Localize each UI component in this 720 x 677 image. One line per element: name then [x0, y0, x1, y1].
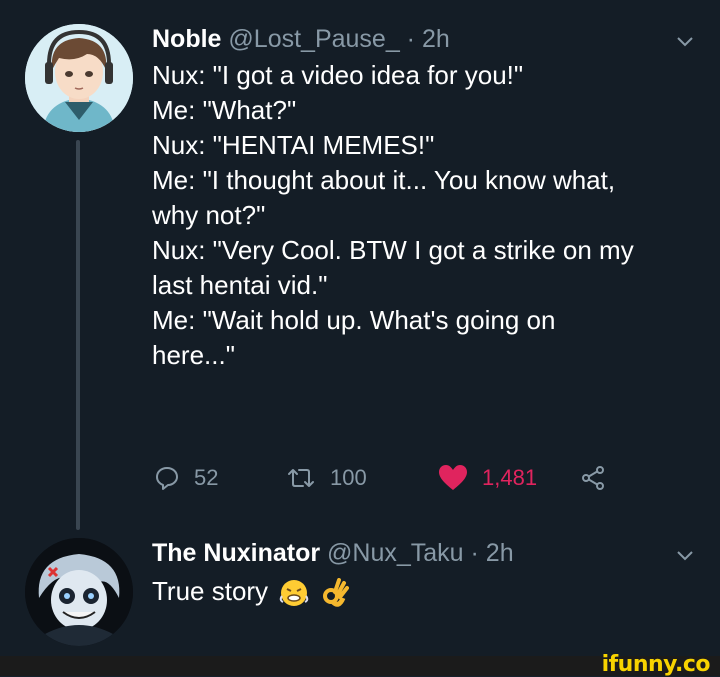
- tweet-line: last hentai vid.": [152, 270, 328, 300]
- tweet-actions: 52 100 1,481: [152, 458, 632, 498]
- display-name[interactable]: Noble: [152, 25, 221, 53]
- chevron-down-icon[interactable]: [674, 30, 696, 52]
- username[interactable]: @Lost_Pause_: [228, 25, 399, 53]
- timeline: Noble @Lost_Pause_ · 2h Nux: "I got a vi…: [0, 0, 720, 656]
- avatar[interactable]: [25, 24, 133, 132]
- tweet-line: Me: "Wait hold up. What's going on: [152, 305, 556, 335]
- tweet-line: Me: "I thought about it... You know what…: [152, 165, 616, 195]
- timestamp[interactable]: · 2h: [400, 25, 450, 53]
- face-emoji-icon: [280, 580, 309, 607]
- tweet-noble[interactable]: Noble @Lost_Pause_ · 2h Nux: "I got a vi…: [0, 0, 720, 530]
- timestamp[interactable]: · 2h: [464, 539, 514, 567]
- tweet-line: Me: "What?": [152, 95, 297, 125]
- reply-count: 52: [194, 465, 219, 490]
- tweet-line: why not?": [152, 200, 266, 230]
- watermark: ifunny.co: [601, 652, 711, 677]
- retweet-button[interactable]: 100: [286, 458, 367, 498]
- display-name[interactable]: The Nuxinator: [152, 539, 320, 567]
- tweet-line: Nux: "Very Cool. BTW I got a strike on m…: [152, 235, 634, 265]
- thread-connector: [76, 140, 80, 530]
- like-count: 1,481: [482, 465, 538, 490]
- tweet-line: Nux: "HENTAI MEMES!": [152, 130, 435, 160]
- avatar[interactable]: [25, 538, 133, 646]
- ok-hand-emoji-icon: [322, 578, 349, 607]
- share-icon: [582, 466, 604, 490]
- retweet-icon: [288, 469, 314, 487]
- heart-icon: [439, 465, 467, 490]
- tweet-line: Nux: "I got a video idea for you!": [152, 60, 524, 90]
- tweet-line: here...": [152, 340, 235, 370]
- retweet-count: 100: [330, 465, 367, 490]
- tweet-header: Noble @Lost_Pause_ · 2h: [152, 24, 450, 54]
- reply-button[interactable]: 52: [154, 458, 218, 498]
- reply-icon: [156, 467, 178, 490]
- tweet-line: True story: [152, 576, 269, 606]
- tweet-header: The Nuxinator @Nux_Taku · 2h: [152, 538, 514, 568]
- tweet-nuxinator[interactable]: The Nuxinator @Nux_Taku · 2h True story: [0, 522, 720, 656]
- chevron-down-icon[interactable]: [674, 544, 696, 566]
- username[interactable]: @Nux_Taku: [327, 539, 464, 567]
- tweet-text: Nux: "I got a video idea for you!" Me: "…: [152, 58, 700, 373]
- share-button[interactable]: [580, 458, 606, 498]
- tweet-text: True story: [152, 574, 700, 609]
- like-button[interactable]: 1,481: [438, 458, 537, 498]
